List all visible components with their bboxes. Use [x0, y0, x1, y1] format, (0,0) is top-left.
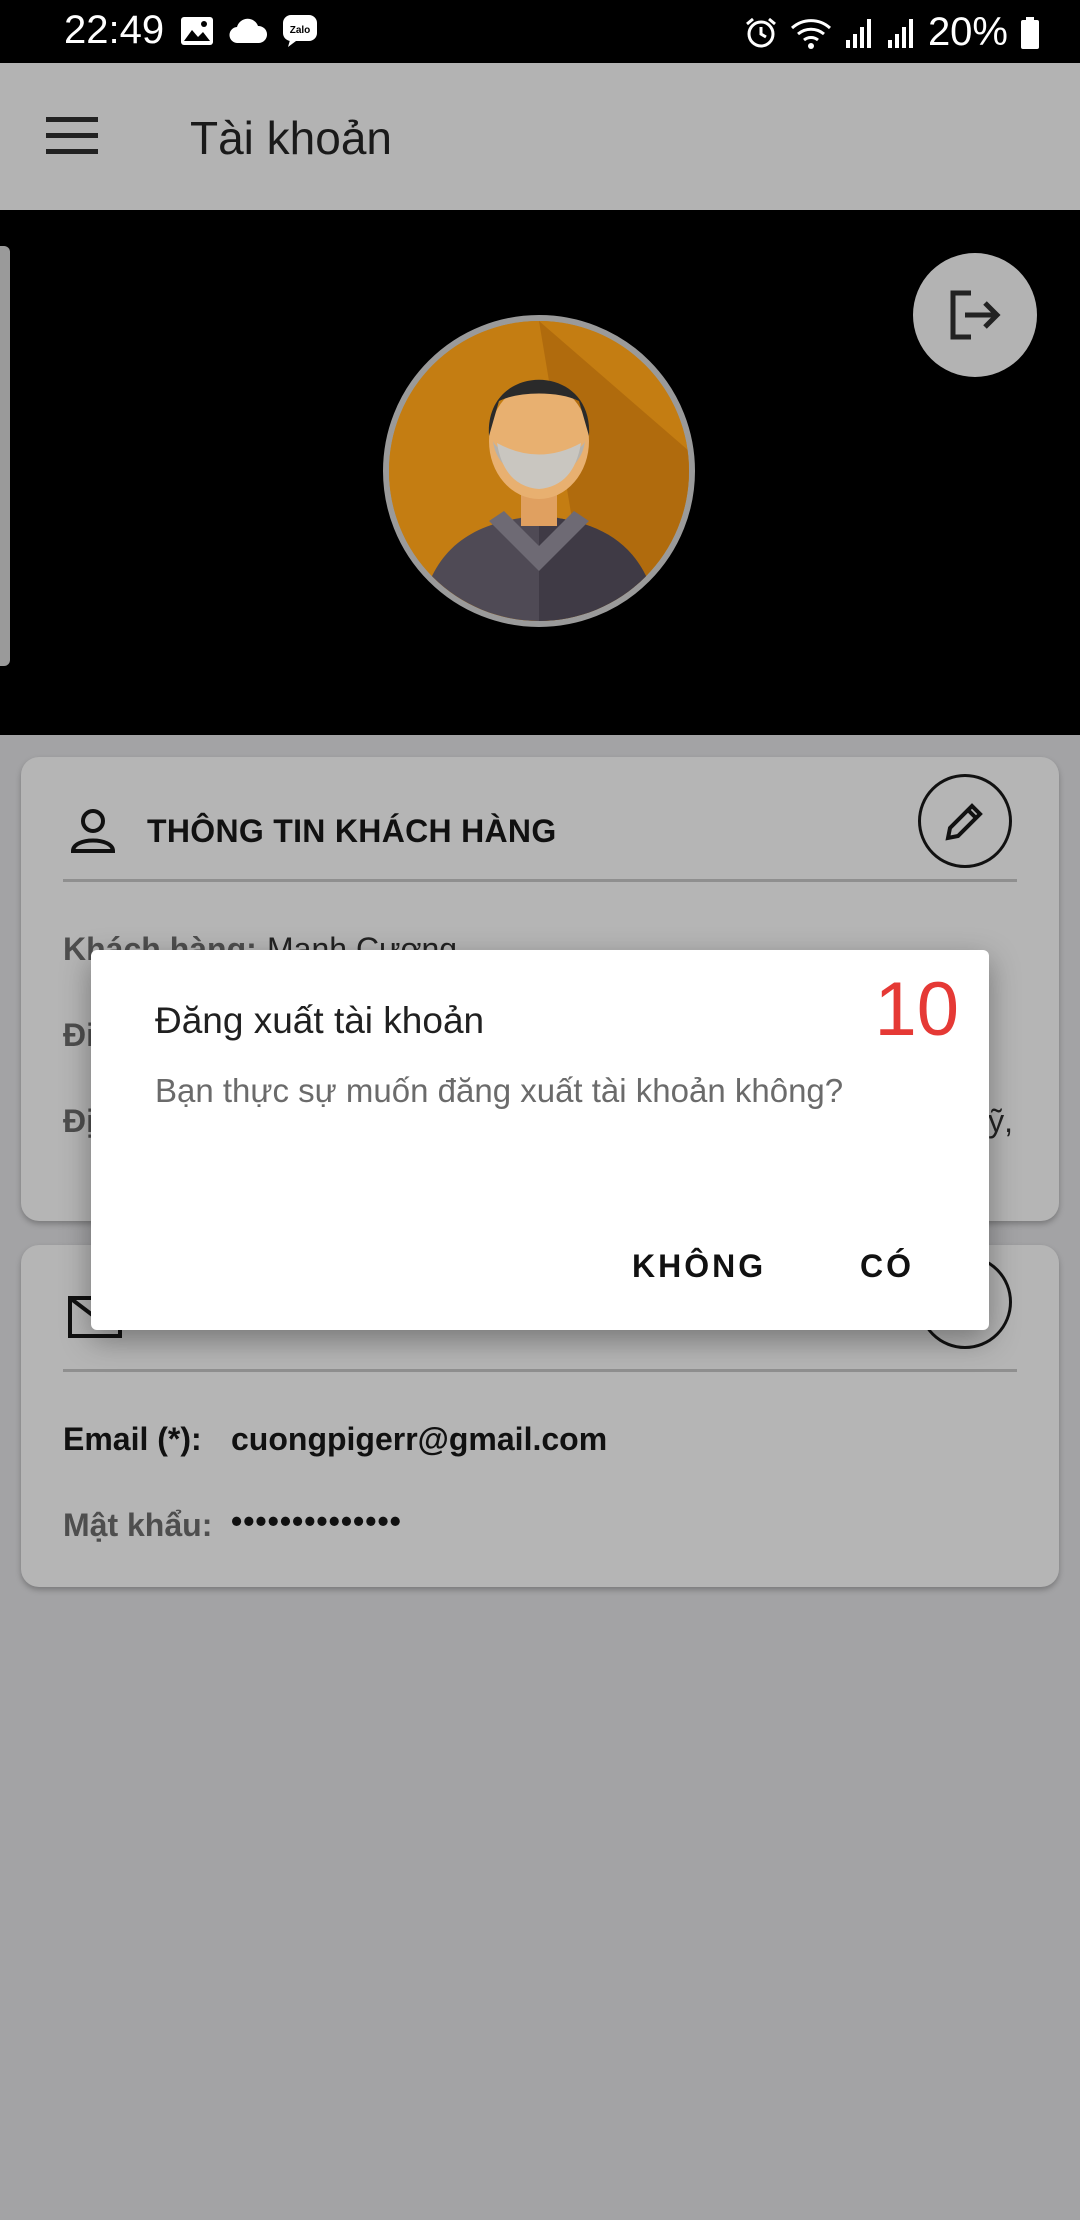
logout-icon [950, 290, 1001, 340]
avatar-icon [389, 321, 689, 621]
person-icon [70, 809, 116, 853]
status-notification-icons: Zalo [180, 14, 318, 48]
no-button[interactable]: KHÔNG [632, 1248, 766, 1285]
drawer-handle[interactable] [0, 246, 10, 666]
logout-dialog: Đăng xuất tài khoản 10 Bạn thực sự muốn … [91, 950, 989, 1330]
dialog-message: Bạn thực sự muốn đăng xuất tài khoản khô… [155, 1072, 844, 1109]
card-divider [63, 879, 1017, 882]
password-value: •••••••••••••• [231, 1503, 402, 1539]
menu-icon[interactable] [46, 117, 98, 155]
page-title: Tài khoản [190, 112, 393, 164]
profile-header [0, 210, 1080, 735]
customer-card-title: THÔNG TIN KHÁCH HÀNG [147, 813, 557, 849]
avatar[interactable] [383, 315, 695, 627]
battery-icon [1021, 16, 1039, 49]
password-label: Mật khẩu: [63, 1507, 213, 1543]
status-time: 22:49 [64, 8, 165, 52]
status-bar: 22:49 Zalo 20% [0, 0, 1080, 63]
pencil-icon [945, 803, 983, 841]
edit-customer-button[interactable] [918, 774, 1012, 868]
cloud-icon [229, 18, 268, 44]
email-value: cuongpigerr@gmail.com [231, 1421, 608, 1457]
countdown-counter: 10 [874, 967, 959, 1052]
signal-icon [845, 18, 871, 48]
alarm-icon [745, 17, 776, 47]
dialog-title: Đăng xuất tài khoản [155, 1000, 485, 1041]
battery-percent: 20% [927, 10, 1008, 54]
status-system-icons: 20% [744, 10, 1040, 55]
zalo-icon-text: Zalo [290, 25, 311, 36]
app-bar: Tài khoản [0, 63, 1080, 210]
zalo-icon: Zalo [283, 15, 317, 47]
card-divider [63, 1369, 1017, 1372]
signal-icon [887, 18, 913, 48]
wifi-icon [790, 18, 831, 49]
email-label: Email (*): [63, 1421, 202, 1457]
logout-button[interactable] [913, 253, 1037, 377]
image-icon [181, 17, 213, 45]
yes-button[interactable]: CÓ [860, 1248, 914, 1285]
